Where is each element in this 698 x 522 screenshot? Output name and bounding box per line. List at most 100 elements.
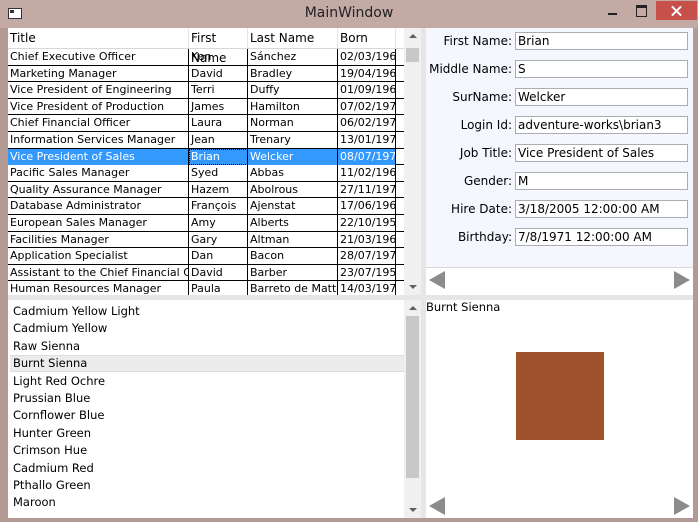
table-row[interactable]: Human Resources Manager Paula Barreto de M… [8, 281, 404, 295]
cell-title[interactable]: Application Specialist [8, 248, 189, 265]
cell-born[interactable]: 17/06/1969 [338, 198, 396, 215]
table-row[interactable]: Assistant to the Chief Financial Officer… [8, 264, 404, 282]
table-row[interactable]: Information Services Manager Jean Trenary 1… [8, 131, 404, 149]
list-item[interactable]: Prussian Blue [10, 390, 404, 407]
color-list[interactable]: Cadmium Yellow Light Cadmium Yellow Raw Si… [8, 300, 421, 518]
table-row[interactable]: Vice President of Sales Brian Welcker 08/07… [8, 148, 404, 166]
cell-born[interactable]: 13/01/1970 [338, 131, 396, 148]
cell-born[interactable]: 28/07/1975 [338, 248, 396, 265]
cell-first-name[interactable]: Ken [189, 49, 248, 65]
cell-last-name[interactable]: Barber [248, 264, 338, 281]
cell-title[interactable]: Information Services Manager [8, 131, 189, 148]
cell-last-name[interactable]: Alberts [248, 214, 338, 231]
table-row[interactable]: European Sales Manager Amy Alberts 22/10/19… [8, 214, 404, 232]
table-row[interactable]: Chief Financial Officer Laura Norman 06/02/… [8, 115, 404, 132]
cell-last-name[interactable]: Bradley [248, 65, 338, 82]
cell-title[interactable]: Vice President of Production [8, 98, 189, 115]
cell-born[interactable]: 11/02/1969 [338, 165, 396, 182]
previous-record-icon[interactable] [429, 271, 445, 289]
detail-field-value[interactable]: S [515, 60, 688, 78]
table-row[interactable]: Pacific Sales ManagerSyedAbbas11/02/1969 [8, 165, 404, 182]
detail-field-value[interactable]: Welcker [515, 88, 688, 106]
list-item[interactable]: Maroon [10, 494, 404, 511]
column-header-title[interactable]: Title [8, 28, 189, 48]
cell-born[interactable]: 19/04/1969 [338, 65, 396, 82]
cell-born[interactable]: 08/07/1971 [338, 148, 396, 165]
maximize-button[interactable] [628, 1, 655, 20]
table-row[interactable]: Quality Assurance Manager Hazem Abolrous 27… [8, 181, 404, 199]
cell-title[interactable]: Marketing Manager [8, 65, 189, 82]
cell-title[interactable]: Assistant to the Chief Financial Officer [8, 264, 189, 281]
cell-born[interactable]: 06/02/1970 [338, 115, 396, 132]
cell-title[interactable]: Human Resources Manager [8, 281, 189, 295]
scroll-down-icon[interactable] [409, 285, 417, 289]
detail-field-value[interactable]: M [515, 172, 688, 190]
cell-last-name[interactable]: Altman [248, 231, 338, 248]
detail-field-value[interactable]: Brian [515, 32, 688, 50]
cell-last-name[interactable]: Barreto de Mattos [248, 281, 338, 295]
cell-first-name[interactable]: Amy [189, 214, 248, 231]
detail-field-value[interactable]: Vice President of Sales [515, 144, 688, 162]
cell-last-name[interactable]: Sánchez [248, 49, 338, 65]
cell-first-name[interactable]: Jean [189, 131, 248, 148]
cell-first-name[interactable]: Brian [189, 148, 248, 165]
grid-vertical-scrollbar[interactable] [404, 28, 421, 295]
cell-born[interactable]: 22/10/1951 [338, 214, 396, 231]
next-record-icon[interactable] [674, 271, 690, 289]
cell-last-name[interactable]: Hamilton [248, 98, 338, 115]
detail-field-value[interactable]: 7/8/1971 12:00:00 AM [515, 228, 688, 246]
list-item[interactable]: Burnt Sienna [10, 355, 404, 373]
cell-title[interactable]: European Sales Manager [8, 214, 189, 231]
table-row[interactable]: Application SpecialistDanBacon28/07/1975 [8, 248, 404, 265]
cell-title[interactable]: Quality Assurance Manager [8, 181, 189, 198]
table-row[interactable]: Vice President of Engineering Terri Duffy 0… [8, 82, 404, 99]
cell-title[interactable]: Vice President of Sales [8, 148, 189, 165]
cell-first-name[interactable]: James [189, 98, 248, 115]
cell-last-name[interactable]: Welcker [248, 148, 338, 165]
cell-title[interactable]: Pacific Sales Manager [8, 165, 189, 182]
cell-first-name[interactable]: Syed [189, 165, 248, 182]
cell-born[interactable]: 14/03/1970 [338, 281, 396, 295]
cell-title[interactable]: Database Administrator [8, 198, 189, 215]
table-row[interactable]: Facilities ManagerGaryAltman21/03/1965 [8, 231, 404, 249]
detail-field-value[interactable]: 3/18/2005 12:00:00 AM [515, 200, 688, 218]
close-button[interactable] [656, 1, 697, 20]
scroll-up-icon[interactable] [409, 306, 417, 310]
cell-first-name[interactable]: Gary [189, 231, 248, 248]
cell-title[interactable]: Vice President of Engineering [8, 82, 189, 99]
list-item[interactable]: Cadmium Red [10, 460, 404, 477]
cell-first-name[interactable]: David [189, 65, 248, 82]
list-item[interactable]: Hunter Green [10, 425, 404, 442]
list-item[interactable]: Cornflower Blue [10, 407, 404, 424]
cell-born[interactable]: 27/11/1971 [338, 181, 396, 198]
table-row[interactable]: Chief Executive Officer Ken Sánchez 02/03/1… [8, 49, 404, 66]
cell-first-name[interactable]: Hazem [189, 181, 248, 198]
table-row[interactable]: Database Administrator François Ajenstat 17… [8, 198, 404, 215]
column-header-born[interactable]: Born [338, 28, 396, 48]
column-header-first-name[interactable]: First Name [189, 28, 248, 65]
list-item[interactable]: Pthallo Green [10, 477, 404, 494]
cell-first-name[interactable]: François [189, 198, 248, 215]
detail-field-value[interactable]: adventure-works\brian3 [515, 116, 688, 134]
previous-color-icon[interactable] [429, 497, 445, 515]
cell-first-name[interactable]: Paula [189, 281, 248, 295]
grid-scroll-thumb[interactable] [406, 48, 419, 62]
cell-first-name[interactable]: Laura [189, 115, 248, 132]
cell-last-name[interactable]: Duffy [248, 82, 338, 99]
cell-last-name[interactable]: Trenary [248, 131, 338, 148]
scroll-down-icon[interactable] [409, 508, 417, 512]
list-item[interactable]: Crimson Hue [10, 442, 404, 459]
cell-title[interactable]: Chief Financial Officer [8, 115, 189, 132]
cell-title[interactable]: Chief Executive Officer [8, 49, 189, 65]
cell-born[interactable]: 02/03/1963 [338, 49, 396, 65]
minimize-button[interactable] [599, 1, 626, 20]
cell-born[interactable]: 23/07/1958 [338, 264, 396, 281]
cell-first-name[interactable]: Terri [189, 82, 248, 99]
cell-title[interactable]: Facilities Manager [8, 231, 189, 248]
cell-born[interactable]: 01/09/1965 [338, 82, 396, 99]
cell-first-name[interactable]: Dan [189, 248, 248, 265]
next-color-icon[interactable] [674, 497, 690, 515]
cell-born[interactable]: 21/03/1965 [338, 231, 396, 248]
list-item[interactable]: Cadmium Yellow Light [10, 303, 404, 320]
column-header-last-name[interactable]: Last Name [248, 28, 338, 48]
